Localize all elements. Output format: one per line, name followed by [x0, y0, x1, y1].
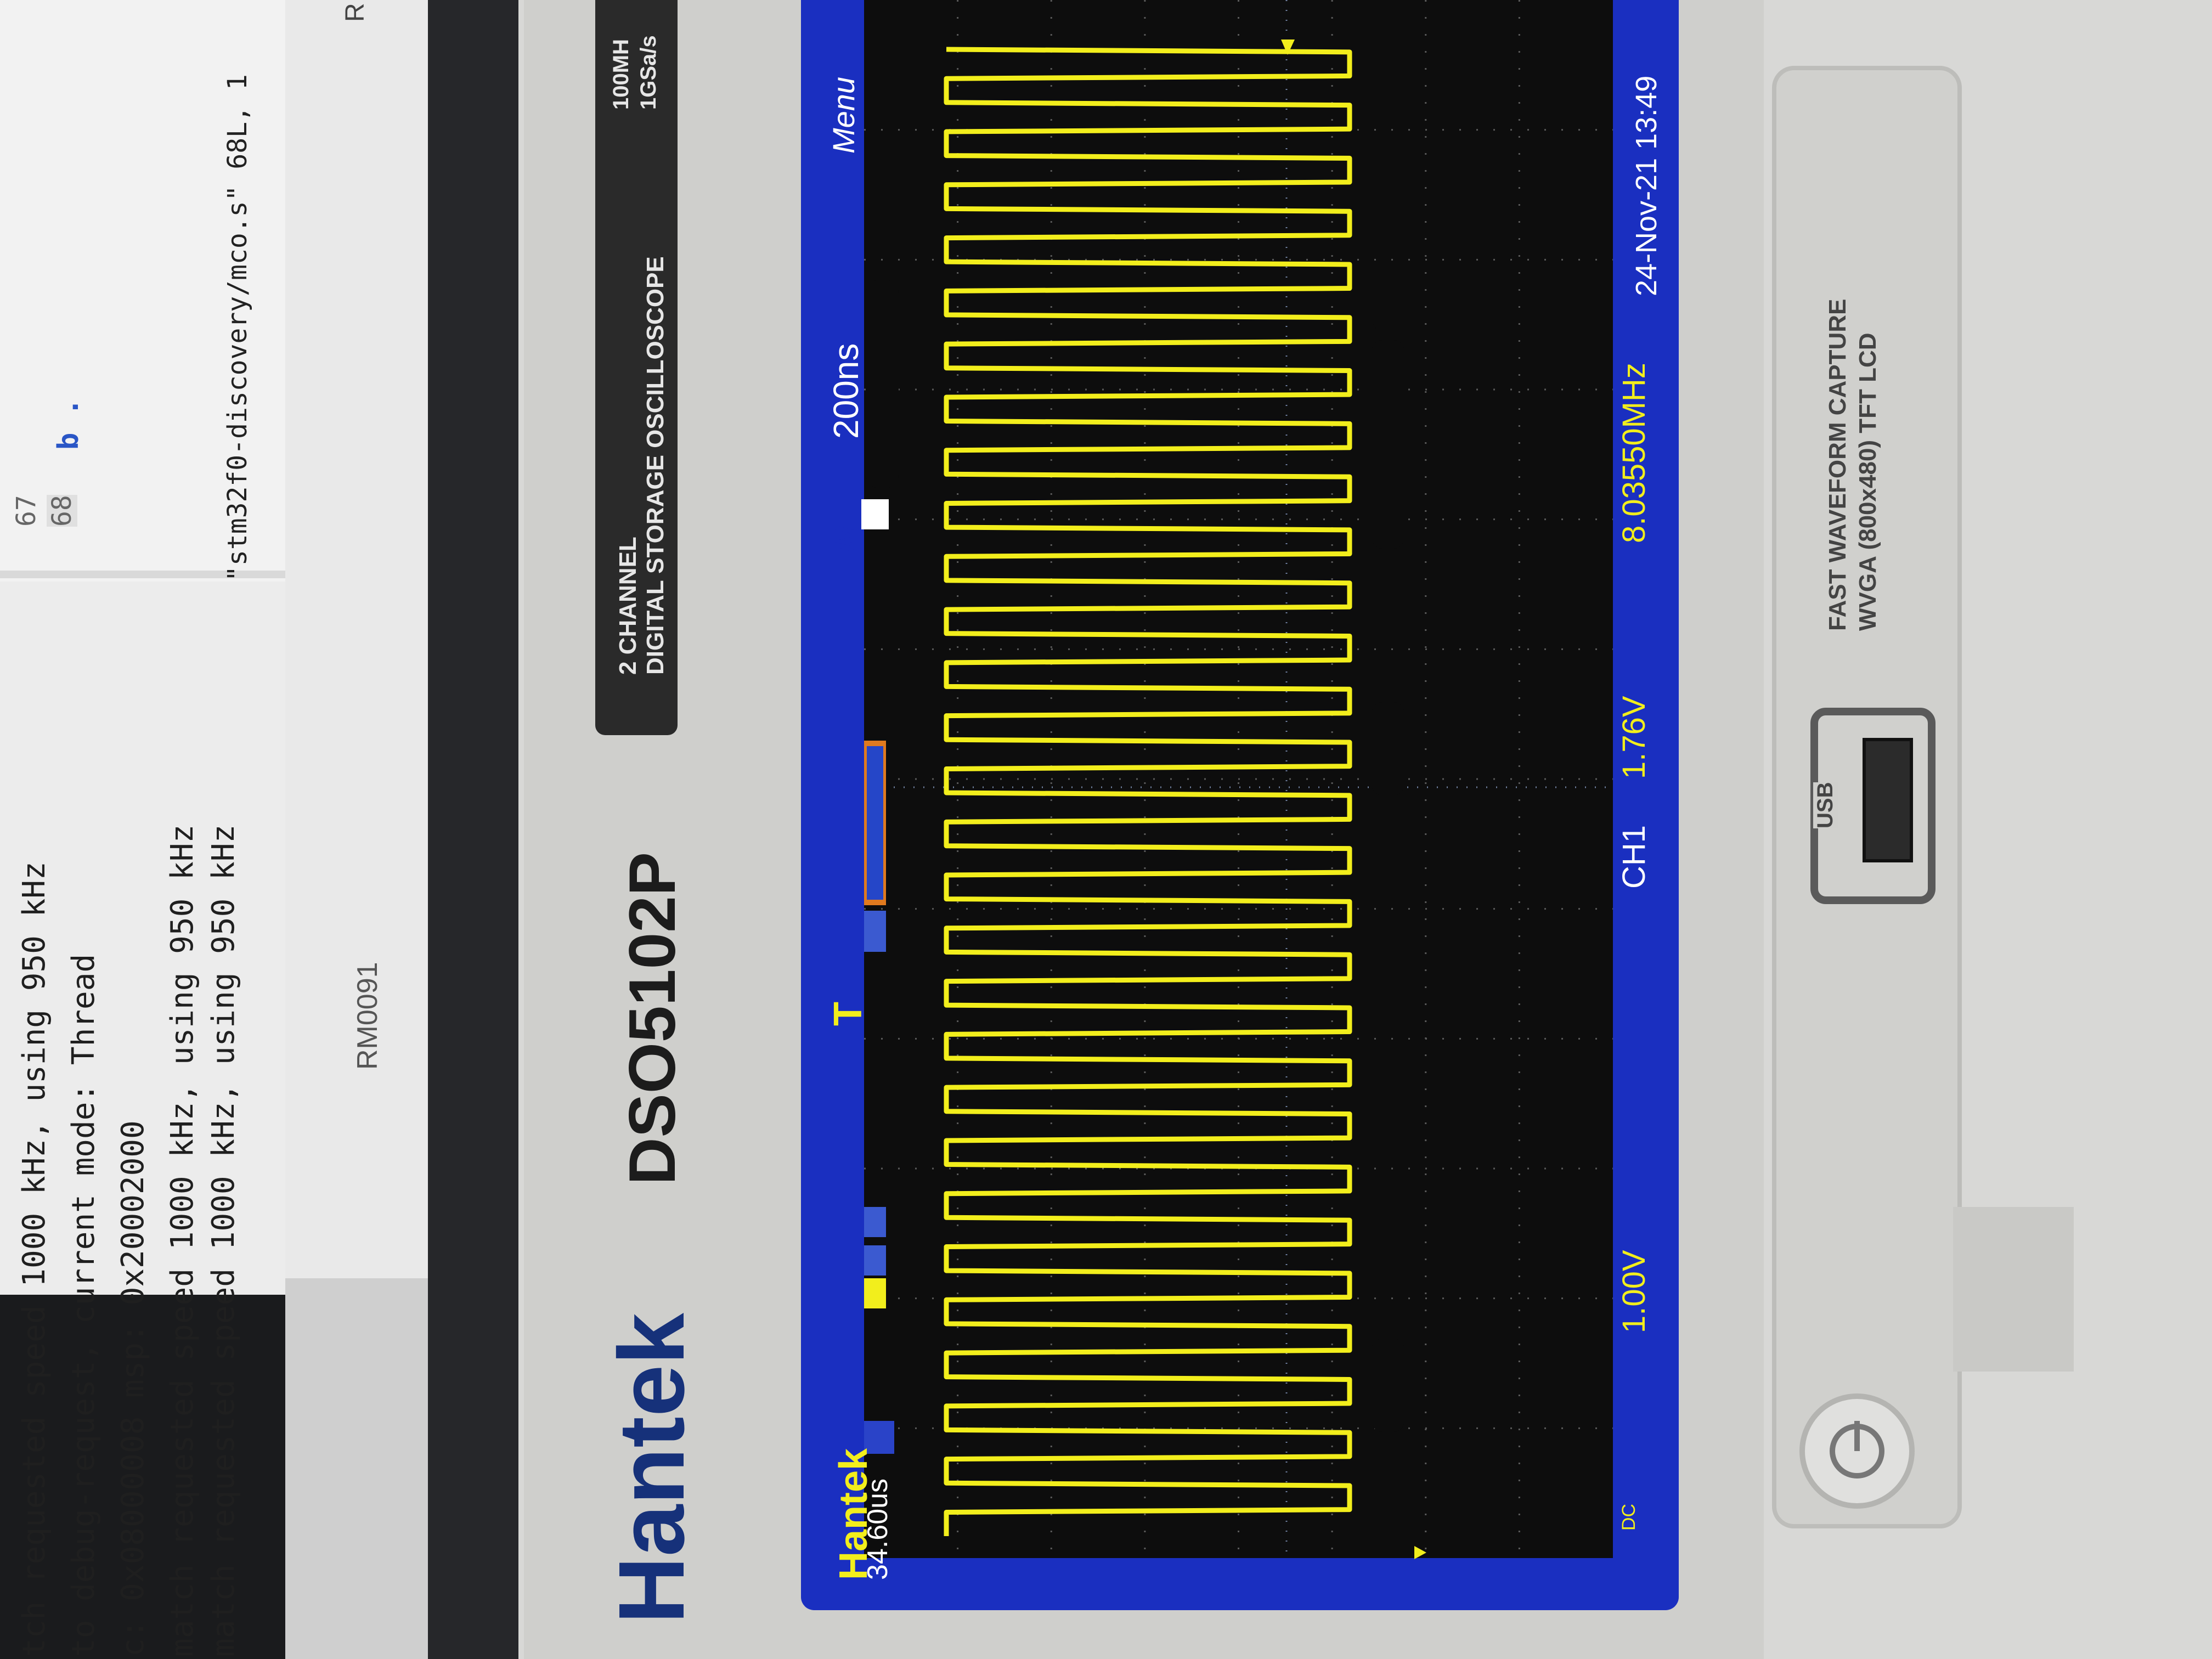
ch1-waveform [944, 47, 1352, 1536]
trigger-channel-indicator: T [826, 1002, 870, 1026]
trigger-level-readout[interactable]: 1.76V [1616, 696, 1652, 779]
frequency-readout: 8.03550MHz [1616, 363, 1652, 543]
brand-logo: Hantek [600, 1313, 704, 1624]
capture-line-2: WVGA (800x480) TFT LCD [1854, 332, 1881, 631]
trigger-level-tag [1372, 702, 1404, 795]
probe-icon [864, 1245, 886, 1276]
coupling-indicator: DC [1618, 1503, 1639, 1531]
window-mode-label: W [828, 525, 862, 554]
editor-code-line: b . [52, 398, 85, 450]
frequency-tag [1372, 340, 1404, 549]
monitor-label: RM0091 [352, 962, 383, 1070]
capture-line-1: FAST WAVEFORM CAPTURE [1824, 298, 1851, 631]
terminal-line: match requested speed 1000 kHz, using 95… [206, 824, 241, 1657]
scope-stand [1953, 1207, 2074, 1372]
subtitle-line-2: DIGITAL STORAGE OSCILLOSCOPE [642, 256, 669, 675]
terminal-line: match requested speed 1000 kHz, using 95… [165, 824, 200, 1657]
menu-label[interactable]: Menu [826, 77, 861, 154]
timebase-readout[interactable]: 200ns [826, 343, 866, 439]
editor-status-line: "stm32f0-discovery/mco.s" 68L, 1 [222, 74, 253, 582]
monitor-side-letter: R [341, 3, 370, 22]
model-name: DSO5102P [616, 851, 689, 1185]
channel-label[interactable]: CH1 [1616, 825, 1652, 889]
power-button[interactable] [1799, 1393, 1915, 1509]
editor-line-number: 68 [47, 495, 77, 527]
display-mode-icon [864, 1278, 886, 1308]
datetime-readout: 24-Nov-21 13:49 [1630, 75, 1663, 296]
trigger-time-readout: 34.60us [862, 1478, 894, 1580]
usb-port[interactable] [1863, 738, 1913, 862]
editor-line-number: 67 [11, 495, 42, 527]
terminal-line: to debug-request, current mode: Thread [66, 953, 101, 1657]
monitor-bezel [285, 0, 428, 1278]
ground-level-marker [1414, 1546, 1426, 1559]
acquire-icon [864, 911, 886, 952]
gap-shadow [428, 0, 521, 1659]
run-state-icon [864, 1207, 886, 1237]
terminal-line: tch requested speed 1000 kHz, using 950 … [16, 861, 52, 1657]
volts-per-div-readout[interactable]: 1.00V [1616, 1250, 1652, 1333]
usb-label: USB [1813, 782, 1838, 828]
subtitle-line-1: 2 CHANNEL [614, 537, 641, 675]
spec-line-1: 100MH [609, 39, 633, 110]
scope-display [861, 0, 1613, 1559]
square-wave-trace [944, 47, 1352, 1536]
terminal-line: c: 0x08000008 msp: 0x20002000 [115, 1120, 151, 1657]
memory-position-inner [867, 746, 883, 900]
monitor-bezel-lower [285, 1278, 428, 1659]
volts-tag [1372, 1339, 1404, 1432]
spec-line-2: 1GSa/s [636, 35, 661, 110]
power-icon [1830, 1421, 1884, 1479]
window-mode-box[interactable] [861, 499, 889, 529]
timebase-tag [866, 280, 899, 488]
